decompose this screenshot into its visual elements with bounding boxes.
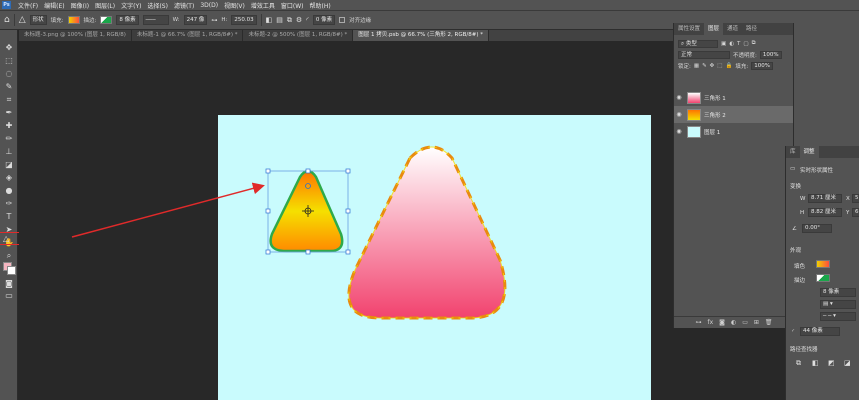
layer-thumbnail	[687, 125, 701, 138]
large-triangle-shape[interactable]	[347, 145, 507, 320]
tab-layers[interactable]: 图层	[704, 23, 724, 35]
opacity-label: 不透明度:	[733, 52, 757, 59]
angle-field[interactable]: 0.00°	[802, 224, 832, 233]
unite-shapes-icon[interactable]: ⧉	[796, 359, 801, 368]
layer-thumbnail	[687, 91, 701, 104]
exclude-shapes-icon[interactable]: ◪	[844, 359, 851, 367]
layers-footer: ⊶ fx ◙ ◐ ▭ ⊞ 🗑	[674, 316, 794, 328]
transform-section-title: 变换	[790, 184, 802, 190]
filter-type-icon[interactable]: T	[737, 41, 740, 47]
intersect-shapes-icon[interactable]: ◩	[828, 359, 835, 367]
live-shape-icon: ▭	[790, 166, 796, 172]
add-mask-icon[interactable]: ◙	[719, 319, 725, 326]
shape-width-field[interactable]: 8.71 厘米	[808, 194, 842, 203]
shape-x-field[interactable]: 5.	[852, 194, 859, 203]
corner-icon: ◜	[792, 329, 795, 335]
stroke-size-field[interactable]: 8 像素	[820, 288, 856, 297]
stroke-caps-select[interactable]: ─ ─ ▾	[820, 312, 856, 321]
fill-field[interactable]: 100%	[751, 61, 773, 70]
tab-adjustments[interactable]: 调整	[799, 146, 819, 158]
lock-label: 锁定:	[678, 63, 691, 70]
filter-smart-icon[interactable]: ⧉	[752, 40, 756, 47]
layer-name: 图层 1	[704, 129, 721, 136]
eye-icon[interactable]: ◉	[674, 128, 684, 135]
properties-tabs: 库 调整	[786, 146, 859, 158]
eye-icon[interactable]: ◉	[674, 94, 684, 101]
lock-all-icon[interactable]: 🔒	[725, 63, 732, 69]
y-label: Y	[846, 210, 850, 216]
shape-height-field[interactable]: 8.82 厘米	[808, 208, 842, 217]
layer-filter-select[interactable]: ⌕ 类型	[678, 39, 718, 48]
filter-shape-icon[interactable]: ▢	[743, 41, 748, 47]
lock-row: 锁定: ▦ ✎ ✥ ⬚ 🔒 填充: 100%	[674, 60, 793, 71]
layer-thumbnail	[687, 108, 701, 121]
filter-adjust-icon[interactable]: ◐	[729, 41, 734, 47]
layer-row[interactable]: ◉ 图层 1	[674, 123, 794, 140]
annotation-arrow	[71, 182, 265, 238]
pathfinder-title: 路径查找器	[790, 347, 818, 353]
x-label: X	[846, 196, 850, 202]
appearance-section-title: 外观	[790, 248, 802, 254]
tab-libraries[interactable]: 库	[786, 146, 800, 158]
layer-filter-value: 类型	[685, 40, 697, 47]
subtract-shapes-icon[interactable]: ◧	[812, 359, 819, 367]
lock-pixels-icon[interactable]: ▦	[694, 63, 699, 69]
blend-row: 正常 不透明度: 100%	[674, 49, 793, 60]
stroke-align-select[interactable]: ▤ ▾	[820, 300, 856, 309]
layer-name: 三角形 2	[704, 112, 726, 119]
filter-pixel-icon[interactable]: ▣	[721, 41, 726, 47]
rotate-icon: ∠	[792, 226, 797, 232]
eye-icon[interactable]: ◉	[674, 111, 684, 118]
blend-mode-select[interactable]: 正常	[678, 50, 730, 59]
lock-paint-icon[interactable]: ✎	[702, 63, 707, 69]
tab-properties-settings[interactable]: 属性设置	[674, 23, 704, 35]
layers-panel-tabs: 属性设置 图层 通道 路径	[674, 23, 793, 35]
link-layers-icon[interactable]: ⊶	[695, 319, 701, 326]
tab-channels[interactable]: 通道	[723, 23, 742, 35]
h-label: H	[800, 210, 805, 216]
opacity-field[interactable]: 100%	[759, 50, 782, 59]
fill-label: 填色	[794, 264, 806, 270]
w-label: W	[800, 196, 806, 202]
fx-icon[interactable]: fx	[707, 319, 713, 326]
shape-y-field[interactable]: 6.	[852, 208, 859, 217]
delete-layer-icon[interactable]: 🗑	[765, 319, 773, 326]
new-layer-icon[interactable]: ⊞	[754, 319, 759, 326]
layer-row-selected[interactable]: ◉ 三角形 2	[674, 106, 794, 123]
stroke-swatch[interactable]	[816, 274, 830, 282]
fill-label: 填充:	[735, 63, 749, 70]
stroke-label: 描边	[794, 278, 806, 284]
layer-row[interactable]: ◉ 三角形 1	[674, 89, 794, 106]
properties-panel: 库 调整 ▭ 实时形状属性 变换 W 8.71 厘米 X 5. H 8.82 厘…	[785, 146, 859, 400]
lock-position-icon[interactable]: ✥	[710, 63, 715, 69]
tab-paths[interactable]: 路径	[742, 23, 761, 35]
lock-artboard-icon[interactable]: ⬚	[717, 63, 722, 69]
properties-title: 实时形状属性	[800, 168, 834, 174]
corner-radius-field[interactable]: 44 像素	[800, 327, 840, 336]
fill-swatch[interactable]	[816, 260, 830, 268]
new-group-icon[interactable]: ▭	[742, 319, 748, 326]
layers-panel: 属性设置 图层 通道 路径 ⌕ 类型 ▣ ◐ T ▢ ⧉ 正常 不透明度: 10…	[673, 23, 794, 328]
layer-name: 三角形 1	[704, 95, 726, 102]
adjustment-layer-icon[interactable]: ◐	[731, 319, 736, 326]
layer-filter-row: ⌕ 类型 ▣ ◐ T ▢ ⧉	[674, 38, 793, 49]
